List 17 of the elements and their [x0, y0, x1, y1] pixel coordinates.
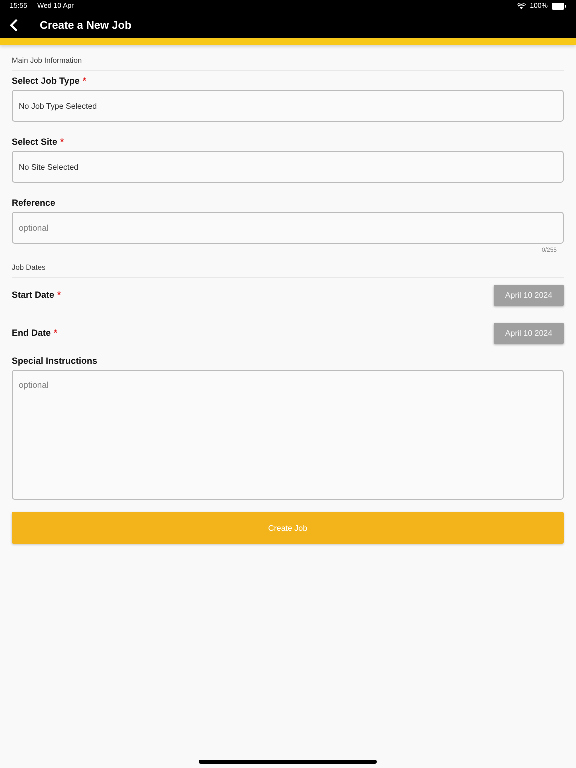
date-button[interactable]: April 10 2024 — [494, 322, 564, 344]
select-field[interactable]: No Site Selected — [12, 151, 564, 183]
field-label: Start Date * — [12, 290, 62, 300]
field-label: Select Job Type * — [12, 76, 86, 86]
date-button[interactable]: April 10 2024 — [494, 284, 564, 306]
back-icon[interactable] — [10, 19, 18, 32]
text-area[interactable]: optional — [12, 370, 564, 500]
battery-icon — [552, 3, 566, 10]
field-label: Select Site * — [12, 137, 64, 147]
field-label: End Date * — [12, 328, 58, 338]
input-field[interactable]: optional — [12, 212, 564, 244]
field-label: Reference — [12, 198, 56, 208]
create-job-button[interactable]: Create Job — [12, 512, 564, 544]
select-field[interactable]: No Job Type Selected — [12, 90, 564, 122]
wifi-icon — [517, 3, 526, 10]
page-title: Create a New Job — [40, 20, 132, 32]
field-label: Special Instructions — [12, 356, 98, 366]
